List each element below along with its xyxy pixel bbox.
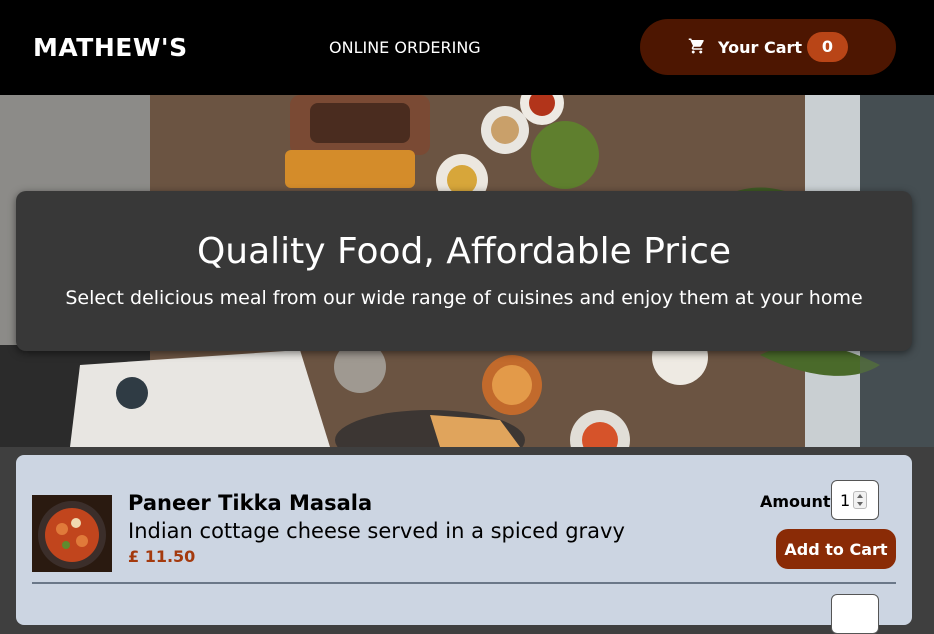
amount-input[interactable] xyxy=(831,594,879,634)
amount-stepper[interactable] xyxy=(853,491,867,509)
cart-icon xyxy=(688,38,704,54)
meal-description: Indian cottage cheese served in a spiced… xyxy=(128,519,625,543)
add-to-cart-button[interactable]: Add to Cart xyxy=(776,529,896,569)
nav-online-ordering[interactable]: ONLINE ORDERING xyxy=(329,38,481,57)
meal-price: £ 11.50 xyxy=(128,547,196,566)
hero-subtitle: Select delicious meal from our wide rang… xyxy=(65,287,863,309)
amount-label: Amount xyxy=(760,492,831,511)
meals-list: Paneer Tikka Masala Indian cottage chees… xyxy=(16,455,912,634)
meal-name: Paneer Tikka Masala xyxy=(128,491,373,515)
cart-label: Your Cart xyxy=(718,38,803,57)
hero-title: Quality Food, Affordable Price xyxy=(196,231,732,272)
brand-logo: MATHEW'S xyxy=(33,33,188,62)
cart-count-badge: 0 xyxy=(807,32,848,62)
item-divider xyxy=(32,582,896,584)
app-header: MATHEW'S ONLINE ORDERING Your Cart 0 xyxy=(0,0,934,95)
hero-banner: Quality Food, Affordable Price Select de… xyxy=(0,95,934,447)
meal-image xyxy=(32,495,112,572)
cart-button[interactable]: Your Cart 0 xyxy=(640,19,896,75)
hero-card: Quality Food, Affordable Price Select de… xyxy=(16,191,912,351)
